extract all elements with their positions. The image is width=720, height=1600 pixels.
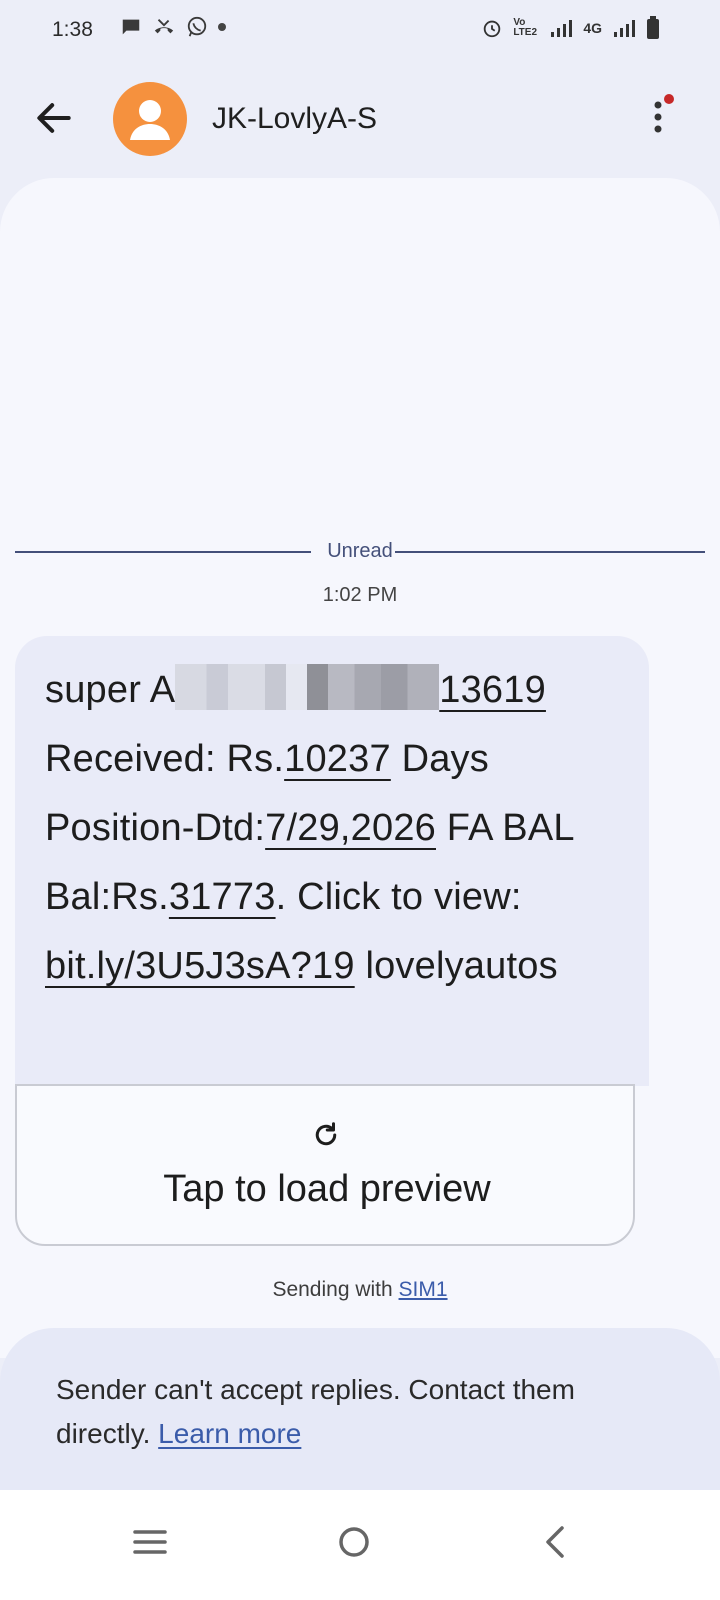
system-nav-bar [0,1490,720,1600]
whatsapp-icon [187,16,207,37]
contact-name: JK-LovlyA-S [212,102,378,135]
home-button[interactable] [324,1512,384,1572]
balance-amount[interactable]: 31773 [169,876,276,918]
back-arrow-icon [37,103,71,133]
conversation-panel[interactable]: Unread 1:02 PM super A 13619 Received: Rs… [0,178,720,1358]
recents-icon [133,1530,167,1554]
status-time: 1:38 [52,18,93,41]
sending-sim-info: Sending with SIM1 [0,1278,720,1302]
message-text: super A 13619 Received: Rs.10237 Days Pos… [45,656,625,1001]
network-type-label: 4G [583,20,602,36]
tap-to-load-preview: Tap to load preview [163,1168,491,1210]
unread-line-right [395,551,705,553]
status-bar: 1:38 Vo LTE2 4G [0,0,720,60]
account-number-tail[interactable]: 13619 [439,669,546,711]
signal-icon [551,20,573,37]
chat-bubble-icon [122,19,140,35]
nav-back-button[interactable] [526,1512,586,1572]
message-prefix: super A [45,669,176,711]
link-preview-card[interactable]: Tap to load preview [15,1084,635,1246]
reply-notice-panel: Sender can't accept replies. Contact the… [0,1328,720,1490]
learn-more-link[interactable]: Learn more [158,1418,301,1449]
notification-dot [664,94,674,104]
reply-notice-text: Sender can't accept replies. Contact the… [56,1368,676,1456]
volte-label: Vo LTE2 [513,17,538,38]
message-timestamp: 1:02 PM [322,584,398,606]
battery-icon [647,16,659,39]
reply-notice-message: Sender can't accept replies. Contact the… [56,1374,575,1449]
recents-button[interactable] [120,1512,180,1572]
message-date[interactable]: 7/29,2026 [265,807,436,849]
click-label: . Click to view: [275,876,522,918]
message-bubble[interactable]: super A 13619 Received: Rs.10237 Days Pos… [15,636,649,1086]
unread-divider: Unread [15,540,705,564]
person-icon [130,100,170,140]
contact-avatar[interactable] [113,82,187,156]
message-link[interactable]: bit.ly/3U5J3sA?19 [45,945,355,987]
status-system-icons: Vo LTE2 4G [481,16,660,40]
message-signature: lovelyautos [365,945,558,987]
app-bar: JK-LovlyA-S [0,60,720,178]
signal-2-icon [614,20,635,37]
nav-back-icon [546,1526,564,1558]
home-icon [339,1527,369,1557]
status-notification-icons [120,16,226,38]
sending-prefix: Sending with [272,1278,399,1301]
sim-selector-link[interactable]: SIM1 [399,1278,448,1301]
alarm-icon [484,20,501,38]
redacted-account [175,664,440,710]
refresh-icon [315,1122,337,1146]
received-amount[interactable]: 10237 [284,738,391,780]
back-button[interactable] [32,96,76,140]
received-label: Received: Rs. [45,738,285,780]
missed-call-icon [154,19,174,34]
more-notifications-dot [218,23,226,31]
